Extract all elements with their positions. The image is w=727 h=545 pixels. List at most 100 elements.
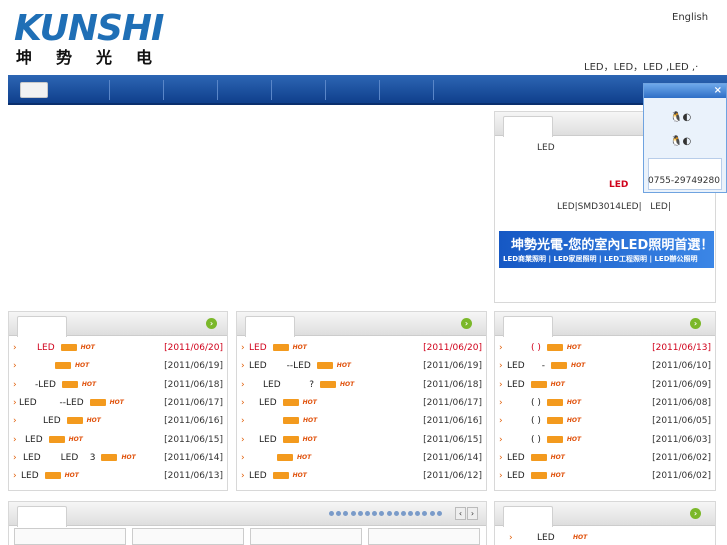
intro-highlight: LED	[609, 180, 629, 190]
online-service-float: × 🐧◐ 🐧◐ 0755-29749280	[643, 83, 727, 193]
product-thumbnail[interactable]	[250, 528, 362, 545]
intro-tab[interactable]	[503, 116, 553, 137]
news-row[interactable]: › -LED HOT [2011/06/18]	[9, 376, 227, 394]
news-row[interactable]: › LED HOT [2011/06/15]	[237, 431, 486, 449]
qq-contact-icon[interactable]: 🐧◐	[670, 112, 691, 124]
news-title-wrap: ( ) HOT	[531, 339, 581, 357]
main-nav-bar	[8, 75, 727, 105]
list-item[interactable]: › LED HOT	[495, 529, 715, 545]
english-language-link[interactable]: English	[672, 12, 708, 23]
news-row[interactable]: › LED HOT [2011/06/02]	[495, 467, 715, 485]
bullet-arrow-icon: ›	[499, 471, 503, 482]
news-row[interactable]: › ( ) HOT [2011/06/08]	[495, 394, 715, 412]
product-thumbnail[interactable]	[132, 528, 244, 545]
nav-item-7[interactable]	[326, 80, 380, 100]
banner-title: 坤勢光電-您的室內LED照明首選！	[511, 238, 714, 253]
news-row[interactable]: › LED --LED HOT [2011/06/19]	[237, 357, 486, 375]
hot-badge: HOT	[64, 472, 79, 480]
panel-tab[interactable]	[503, 316, 553, 337]
news-date: [2011/06/09]	[652, 379, 711, 390]
hot-badge: HOT	[80, 344, 95, 351]
slider-next-button[interactable]: ›	[467, 507, 478, 520]
news-row[interactable]: › LED HOT [2011/06/13]	[9, 467, 227, 485]
more-icon[interactable]: ›	[690, 318, 701, 329]
bullet-arrow-icon: ›	[241, 397, 245, 408]
bullet-arrow-icon: ›	[13, 452, 17, 463]
news-title-wrap: ( ) HOT	[531, 394, 581, 412]
panel-tab[interactable]	[245, 316, 295, 337]
news-title-wrap: LED --LED HOT	[19, 394, 124, 412]
news-row[interactable]: › ( ) HOT [2011/06/05]	[495, 412, 715, 430]
hot-badge: HOT	[550, 380, 565, 388]
news-title: LED	[43, 416, 61, 427]
close-icon[interactable]: ×	[714, 84, 722, 98]
news-title-wrap: HOT	[271, 449, 311, 467]
nav-item-6[interactable]	[272, 80, 326, 100]
product-thumbnail[interactable]	[368, 528, 480, 545]
news-row[interactable]: › LED HOT [2011/06/16]	[9, 412, 227, 430]
bullet-arrow-icon: ›	[499, 416, 503, 427]
panel-tab[interactable]	[17, 316, 67, 337]
more-icon[interactable]: ›	[690, 508, 701, 519]
hot-badge: HOT	[302, 435, 317, 443]
logo[interactable]: KUNSHI	[14, 11, 204, 47]
news-date: [2011/06/14]	[164, 452, 223, 463]
nav-item-3[interactable]	[110, 80, 164, 100]
news-row[interactable]: › LED LED 3 HOT [2011/06/14]	[9, 449, 227, 467]
news-row[interactable]: › HOT [2011/06/19]	[9, 357, 227, 375]
news-row[interactable]: › HOT [2011/06/14]	[237, 449, 486, 467]
more-icon[interactable]: ›	[206, 318, 217, 329]
intro-products-line: LED|SMD3014LED| LED|	[557, 202, 671, 212]
news-row[interactable]: › LED --LED HOT [2011/06/17]	[9, 394, 227, 412]
product-thumbnail[interactable]	[14, 528, 126, 545]
nav-item-2[interactable]	[56, 80, 110, 100]
panel-tab[interactable]	[17, 506, 67, 527]
news-row[interactable]: › HOT [2011/06/16]	[237, 412, 486, 430]
panel-tab[interactable]	[503, 506, 553, 527]
news-title: LED ?	[263, 379, 315, 390]
news-date: [2011/06/16]	[164, 416, 223, 427]
new-badge	[101, 453, 118, 461]
news-row[interactable]: › LED HOT [2011/06/12]	[237, 467, 486, 485]
bullet-arrow-icon: ›	[241, 379, 245, 390]
slider-dots[interactable]	[329, 509, 454, 519]
news-row[interactable]: › ( ) HOT [2011/06/03]	[495, 431, 715, 449]
more-icon[interactable]: ›	[461, 318, 472, 329]
page: KUNSHI 坤势光电 English LED，LED，LED ,LED ,· …	[0, 0, 727, 545]
news-title: LED	[249, 343, 267, 353]
news-row[interactable]: › LED HOT [2011/06/20]	[237, 339, 486, 357]
news-row[interactable]: › LED HOT [2011/06/20]	[9, 339, 227, 357]
nav-item-8[interactable]	[380, 80, 434, 100]
news-title: LED	[25, 434, 43, 445]
news-row[interactable]: › LED HOT [2011/06/09]	[495, 376, 715, 394]
nav-item-home[interactable]	[20, 82, 48, 98]
new-badge	[282, 435, 299, 443]
news-row[interactable]: › ( ) HOT [2011/06/13]	[495, 339, 715, 357]
news-date: [2011/06/15]	[423, 434, 482, 445]
news-date: [2011/06/03]	[652, 434, 711, 445]
news-date: [2011/06/20]	[164, 343, 223, 353]
hot-badge: HOT	[302, 398, 317, 406]
nav-item-4[interactable]	[164, 80, 218, 100]
promo-banner[interactable]: 坤勢光電-您的室內LED照明首選！ LED商業照明 | LED家居照明 | LE…	[499, 231, 714, 268]
news-title: LED	[37, 343, 55, 353]
news-row[interactable]: › LED HOT [2011/06/17]	[237, 394, 486, 412]
news-date: [2011/06/02]	[652, 452, 711, 463]
slider-prev-button[interactable]: ‹	[455, 507, 466, 520]
news-row[interactable]: › LED HOT [2011/06/02]	[495, 449, 715, 467]
news-row[interactable]: › LED ? HOT [2011/06/18]	[237, 376, 486, 394]
news-date: [2011/06/19]	[423, 361, 482, 372]
panel-header: ›	[495, 502, 715, 527]
news-date: [2011/06/20]	[423, 343, 482, 353]
bullet-arrow-icon: ›	[241, 471, 245, 482]
hot-badge: HOT	[75, 362, 90, 370]
hot-badge: HOT	[297, 453, 312, 461]
news-row[interactable]: › LED HOT [2011/06/15]	[9, 431, 227, 449]
hot-badge: HOT	[566, 417, 582, 425]
bullet-arrow-icon: ›	[13, 361, 17, 372]
news-row[interactable]: › LED - HOT [2011/06/10]	[495, 357, 715, 375]
news-title-wrap: LED - HOT	[507, 357, 585, 375]
qq-contact-icon[interactable]: 🐧◐	[670, 136, 691, 148]
nav-item-5[interactable]	[218, 80, 272, 100]
new-badge	[272, 472, 289, 480]
